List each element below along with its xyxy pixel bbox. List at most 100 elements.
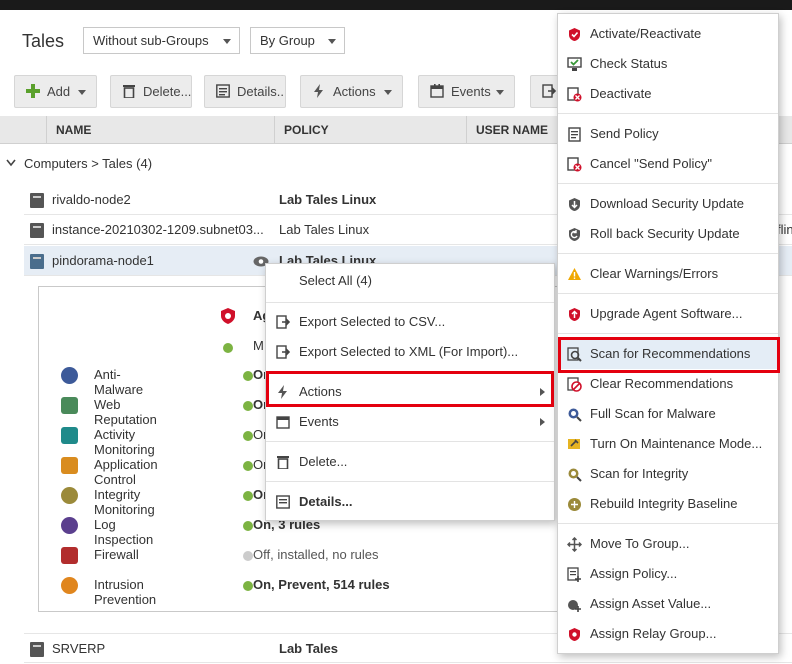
menu-item-details[interactable]: Details... [266, 487, 554, 517]
submenu-item-maintenance-mode[interactable]: Turn On Maintenance Mode... [558, 429, 778, 459]
group-by-dropdown-label: By Group [260, 33, 315, 48]
actions-button[interactable]: Actions [300, 75, 403, 108]
menu-item-export-csv[interactable]: Export Selected to CSV... [266, 307, 554, 337]
page-title: Tales [22, 31, 65, 51]
server-icon [30, 193, 44, 208]
submenu-item-send-policy[interactable]: Send Policy [558, 119, 778, 149]
column-header-username[interactable]: USER NAME [466, 116, 566, 144]
menu-separator [266, 481, 554, 482]
upgrade-icon [569, 308, 580, 321]
server-icon [30, 223, 44, 238]
highlight-box-actions [266, 371, 554, 407]
submenu-item-assign-asset-value[interactable]: Assign Asset Value... [558, 589, 778, 619]
export-button[interactable] [530, 75, 560, 108]
submenu-item-label: Assign Asset Value... [590, 596, 712, 611]
submenu-item-move-to-group[interactable]: Move To Group... [558, 529, 778, 559]
menu-item-export-xml[interactable]: Export Selected to XML (For Import)... [266, 337, 554, 367]
menu-separator [558, 333, 778, 334]
send-policy-icon [568, 127, 581, 142]
add-button-label: Add [47, 84, 71, 99]
menu-separator [266, 302, 554, 303]
computer-name: SRVERP [52, 641, 106, 656]
computer-policy: Lab Tales Linux [279, 192, 377, 207]
integrity-scan-icon [568, 468, 582, 482]
trash-icon [123, 85, 135, 98]
submenu-item-clear-recommendations[interactable]: Clear Recommendations [558, 369, 778, 399]
menu-item-label: Details... [299, 494, 353, 509]
menu-separator [266, 441, 554, 442]
group-by-dropdown[interactable]: By Group [250, 27, 345, 54]
menu-item-delete[interactable]: Delete... [266, 447, 554, 477]
submenu-item-label: Assign Relay Group... [590, 626, 717, 641]
submenu-item-label: Clear Warnings/Errors [590, 266, 719, 281]
submenu-item-scan-integrity[interactable]: Scan for Integrity [558, 459, 778, 489]
submenu-item-cancel-send-policy[interactable]: Cancel "Send Policy" [558, 149, 778, 179]
activity-monitoring-icon [61, 427, 78, 444]
details-button-label: Details... [237, 84, 286, 99]
menu-item-label: Export Selected to XML (For Import)... [299, 344, 519, 359]
delete-button[interactable]: Delete... [110, 75, 192, 108]
submenu-item-label: Turn On Maintenance Mode... [590, 436, 763, 451]
menu-item-label: Select All (4) [299, 273, 372, 288]
submenu-item-deactivate[interactable]: Deactivate [558, 79, 778, 109]
chevron-down-icon [496, 90, 504, 95]
submenu-item-clear-warnings[interactable]: Clear Warnings/Errors [558, 259, 778, 289]
rollback-icon [569, 228, 580, 241]
submenu-item-activate[interactable]: Activate/Reactivate [558, 19, 778, 49]
menu-item-label: Delete... [299, 454, 348, 469]
module-name: Anti-Malware [94, 367, 144, 397]
menu-separator [558, 113, 778, 114]
module-name: Web Reputation [94, 397, 157, 427]
chevron-right-icon [540, 418, 545, 426]
menu-item-events[interactable]: Events [266, 407, 554, 437]
submenu-item-label: Full Scan for Malware [590, 406, 716, 421]
chevron-down-icon [78, 90, 86, 95]
lightning-icon [314, 84, 323, 98]
details-icon [216, 84, 230, 98]
column-header-name[interactable]: NAME [46, 116, 275, 144]
module-name: Application Control [94, 457, 158, 487]
calendar-icon [276, 416, 290, 429]
server-icon [30, 642, 44, 657]
submenu-item-full-malware-scan[interactable]: Full Scan for Malware [558, 399, 778, 429]
add-button[interactable]: Add [14, 75, 97, 108]
events-button[interactable]: Events [418, 75, 515, 108]
status-dot [243, 371, 253, 381]
menu-item-label: Export Selected to CSV... [299, 314, 446, 329]
submenu-item-label: Scan for Integrity [590, 466, 689, 481]
submenu-item-download-update[interactable]: Download Security Update [558, 189, 778, 219]
submenu-item-assign-relay-group[interactable]: Assign Relay Group... [558, 619, 778, 649]
top-bar [0, 0, 792, 10]
relay-group-icon [569, 628, 580, 641]
warning-icon [568, 268, 581, 280]
module-name: Firewall [94, 547, 139, 562]
details-button[interactable]: Details... [204, 75, 286, 108]
column-header-policy[interactable]: POLICY [274, 116, 467, 144]
submenu-item-upgrade-agent[interactable]: Upgrade Agent Software... [558, 299, 778, 329]
web-reputation-icon [61, 397, 78, 414]
integrity-monitoring-icon [61, 487, 78, 504]
submenu-item-rollback-update[interactable]: Roll back Security Update [558, 219, 778, 249]
export-icon [276, 315, 290, 329]
module-status: On, Prevent, 514 rules [253, 577, 390, 592]
submenu-item-assign-policy[interactable]: Assign Policy... [558, 559, 778, 589]
status-dot [243, 551, 253, 561]
log-inspection-icon [61, 517, 78, 534]
group-header[interactable]: Computers > Tales (4) [6, 156, 152, 171]
submenu-item-label: Upgrade Agent Software... [590, 306, 743, 321]
submenu-item-label: Roll back Security Update [590, 226, 740, 241]
anti-malware-icon [61, 367, 78, 384]
activate-icon [569, 28, 580, 41]
shield-icon [221, 308, 235, 324]
submenu-item-check-status[interactable]: Check Status [558, 49, 778, 79]
chevron-down-icon [223, 39, 231, 44]
submenu-item-rebuild-baseline[interactable]: Rebuild Integrity Baseline [558, 489, 778, 519]
module-name: Log Inspection [94, 517, 154, 547]
submenu-item-label: Move To Group... [590, 536, 690, 551]
menu-item-select-all[interactable]: Select All (4) [266, 266, 554, 296]
submenu-item-label: Check Status [590, 56, 668, 71]
status-dot [243, 581, 253, 591]
group-count: (4) [136, 156, 153, 171]
details-icon [276, 495, 290, 509]
subgroups-dropdown[interactable]: Without sub-Groups [83, 27, 240, 54]
